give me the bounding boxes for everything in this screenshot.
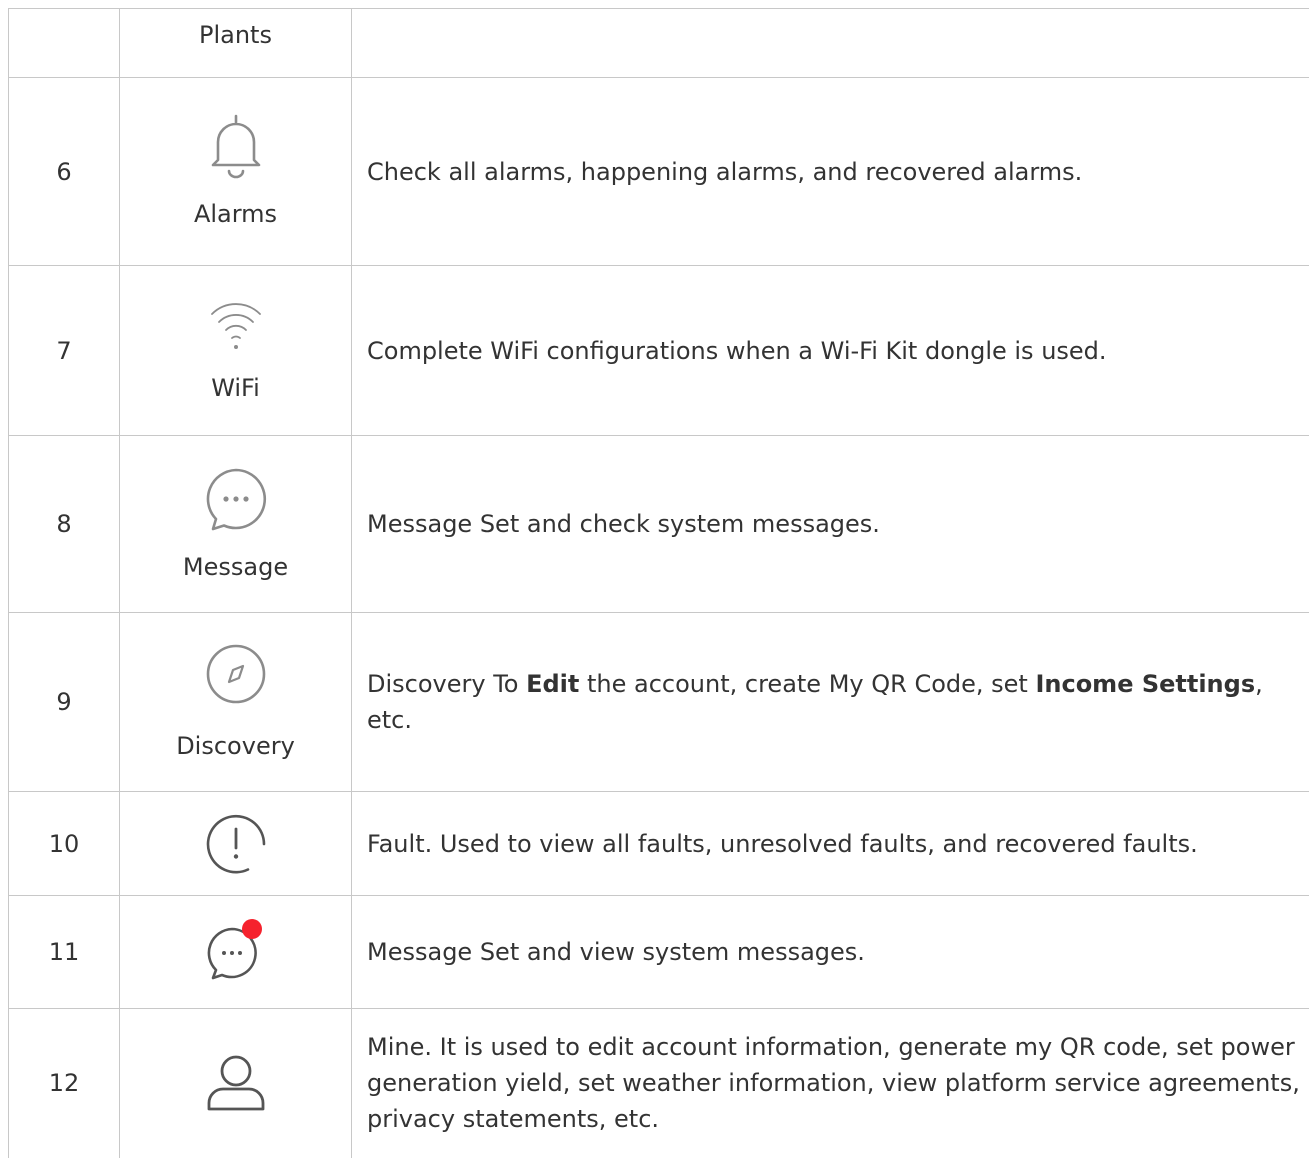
row-description: Message Set and view system messages. <box>351 895 1309 1009</box>
icon-label: WiFi <box>211 373 260 402</box>
icon-label: Alarms <box>193 199 278 228</box>
table-row: Plants <box>8 8 1309 78</box>
icon-cell <box>119 895 352 1009</box>
chat-bubble-icon <box>200 463 272 535</box>
icon-label: Message <box>182 553 289 581</box>
table-row: 6 Alarms Check all alarms, happening ala… <box>8 77 1309 266</box>
row-number: 9 <box>8 612 120 792</box>
row-description <box>351 8 1309 78</box>
fault-icon <box>203 811 269 877</box>
row-number: 7 <box>8 265 120 436</box>
row-number: 8 <box>8 435 120 613</box>
row-description: Complete WiFi configurations when a Wi-F… <box>351 265 1309 436</box>
table-row: 7 WiFi Complete WiFi configurations when… <box>8 265 1309 436</box>
table-row: 11 Message Set and view system messages. <box>8 895 1309 1009</box>
function-table: Plants 6 Alarms Check all alarms, happen… <box>8 8 1309 1158</box>
icon-cell: Alarms <box>119 77 352 266</box>
table-row: 10 Fault. Used to view all faults, unres… <box>8 791 1309 896</box>
edit-term: Edit <box>526 670 580 698</box>
table-row: 12 Mine. It is used to edit account info… <box>8 1008 1309 1158</box>
wifi-icon <box>208 296 264 358</box>
bell-icon <box>208 112 264 180</box>
income-settings-term: Income Settings <box>1035 670 1256 698</box>
row-number: 12 <box>8 1008 120 1158</box>
icon-cell: Message <box>119 435 352 613</box>
table-row: 8 Message Message Set and check system m… <box>8 435 1309 613</box>
desc-text: Discovery To <box>367 670 527 698</box>
row-number: 6 <box>8 77 120 266</box>
chat-notification-icon <box>196 917 276 987</box>
row-number: 11 <box>8 895 120 1009</box>
icon-cell <box>119 1008 352 1158</box>
row-description: Mine. It is used to edit account informa… <box>351 1008 1309 1158</box>
row-description: Check all alarms, happening alarms, and … <box>351 77 1309 266</box>
row-number: 10 <box>8 791 120 896</box>
icon-cell: Plants <box>119 8 352 78</box>
row-description: Fault. Used to view all faults, unresolv… <box>351 791 1309 896</box>
compass-icon <box>202 640 270 708</box>
table-row: 9 Discovery Discovery To Edit the accoun… <box>8 612 1309 792</box>
icon-cell <box>119 791 352 896</box>
row-number <box>8 8 120 78</box>
row-description: Discovery To Edit the account, create My… <box>351 612 1309 792</box>
row-description: Message Set and check system messages. <box>351 435 1309 613</box>
icon-label: Plants <box>199 21 272 49</box>
icon-cell: WiFi <box>119 265 352 436</box>
icon-label: Discovery <box>176 732 295 760</box>
icon-cell: Discovery <box>119 612 352 792</box>
desc-text: the account, create My QR Code, set <box>579 670 1036 698</box>
user-icon <box>201 1049 271 1117</box>
